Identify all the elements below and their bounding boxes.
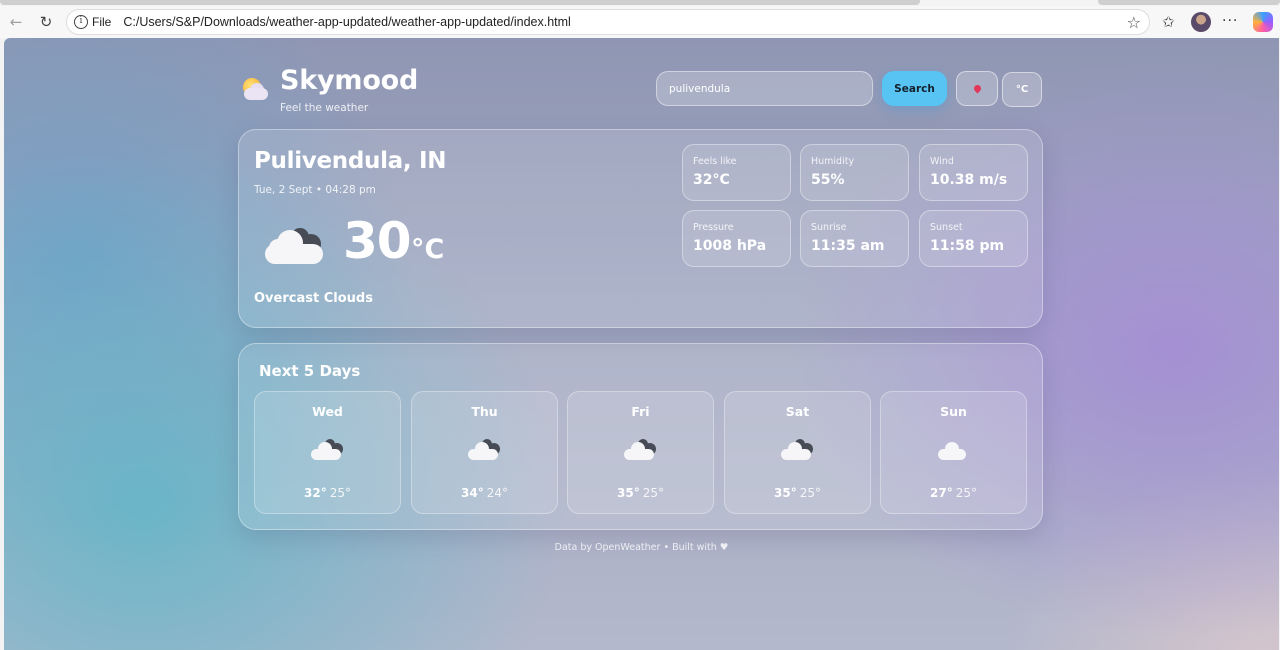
temp-high: 35°	[774, 486, 797, 500]
forecast-day: Thu 34° 24°	[411, 391, 558, 514]
stat-value: 32°C	[693, 172, 730, 188]
forecast-day: Sat 35° 25°	[724, 391, 871, 514]
app-title: Skymood	[280, 65, 419, 96]
forecast-title: Next 5 Days	[259, 362, 361, 380]
stat-sunset: Sunset 11:58 pm	[919, 210, 1028, 267]
day-name: Wed	[312, 404, 343, 419]
back-arrow-icon[interactable]: ←	[4, 11, 28, 33]
stat-sunrise: Sunrise 11:35 am	[800, 210, 909, 267]
location-button[interactable]	[956, 71, 998, 106]
weather-condition: Overcast Clouds	[254, 291, 373, 306]
temp-high: 27°	[930, 486, 953, 500]
stat-label: Sunset	[930, 222, 963, 233]
url-text[interactable]: C:/Users/S&P/Downloads/weather-app-updat…	[123, 15, 570, 29]
favorite-star-icon[interactable]: ☆	[1127, 13, 1141, 32]
stat-value: 10.38 m/s	[930, 172, 1008, 188]
overcast-clouds-icon	[310, 438, 346, 462]
browser-toolbar: ← ↻ i File C:/Users/S&P/Downloads/weathe…	[0, 6, 1280, 38]
current-datetime: Tue, 2 Sept • 04:28 pm	[254, 184, 376, 196]
current-temperature: 30	[343, 212, 412, 270]
footer-credits: Data by OpenWeather • Built with ♥	[554, 542, 729, 553]
overcast-clouds-icon	[467, 438, 503, 462]
overcast-clouds-icon	[265, 226, 325, 266]
overcast-clouds-icon	[780, 438, 816, 462]
forecast-day: Fri 35° 25°	[567, 391, 714, 514]
day-name: Fri	[631, 404, 650, 419]
temp-low: 24°	[486, 486, 508, 500]
page-viewport: Skymood Feel the weather Search °C Puliv…	[4, 38, 1279, 650]
favorites-icon[interactable]: ✩	[1162, 13, 1175, 31]
forecast-card: Next 5 Days Wed 32° 25° Thu 34° 24° Fri …	[238, 343, 1043, 530]
city-name: Pulivendula, IN	[254, 148, 447, 174]
stat-wind: Wind 10.38 m/s	[919, 144, 1028, 201]
day-temps: 27° 25°	[881, 486, 1026, 500]
day-temps: 32° 25°	[255, 486, 400, 500]
temp-high: 32°	[304, 486, 327, 500]
day-name: Sun	[940, 404, 967, 419]
cloud-icon	[936, 438, 972, 462]
temperature-unit: °C	[411, 234, 445, 265]
stat-feels-like: Feels like 32°C	[682, 144, 791, 201]
day-name: Thu	[471, 404, 498, 419]
current-weather-card: Pulivendula, IN Tue, 2 Sept • 04:28 pm 3…	[238, 129, 1043, 328]
overcast-clouds-icon	[623, 438, 659, 462]
stat-value: 1008 hPa	[693, 238, 767, 254]
tab-indicator-secondary[interactable]	[1098, 0, 1280, 5]
stat-humidity: Humidity 55%	[800, 144, 909, 201]
unit-toggle-button[interactable]: °C	[1002, 72, 1042, 107]
tab-indicator[interactable]	[0, 0, 920, 5]
forecast-day: Wed 32° 25°	[254, 391, 401, 514]
stat-value: 11:35 am	[811, 238, 885, 254]
search-button[interactable]: Search	[882, 71, 947, 106]
scheme-label: File	[92, 15, 112, 29]
profile-avatar[interactable]	[1191, 12, 1211, 32]
location-pin-icon	[972, 83, 982, 94]
reload-icon[interactable]: ↻	[34, 11, 58, 33]
temp-low: 25°	[642, 486, 664, 500]
day-temps: 35° 25°	[568, 486, 713, 500]
stat-value: 55%	[811, 172, 845, 188]
temp-low: 25°	[955, 486, 977, 500]
copilot-icon[interactable]	[1253, 12, 1273, 32]
more-menu-icon[interactable]: ···	[1222, 13, 1238, 29]
logo-icon	[241, 76, 271, 106]
day-temps: 34° 24°	[412, 486, 557, 500]
temp-low: 25°	[329, 486, 351, 500]
stat-label: Wind	[930, 156, 954, 167]
day-name: Sat	[785, 404, 810, 419]
search-input[interactable]	[656, 71, 873, 106]
app-tagline: Feel the weather	[280, 102, 369, 114]
temp-high: 34°	[461, 486, 484, 500]
stat-pressure: Pressure 1008 hPa	[682, 210, 791, 267]
temp-low: 25°	[799, 486, 821, 500]
day-temps: 35° 25°	[725, 486, 870, 500]
stat-value: 11:58 pm	[930, 238, 1005, 254]
address-bar[interactable]: i File C:/Users/S&P/Downloads/weather-ap…	[66, 9, 1150, 35]
stat-label: Sunrise	[811, 222, 847, 233]
stat-label: Feels like	[693, 156, 737, 167]
info-icon[interactable]: i	[74, 15, 88, 29]
stat-label: Humidity	[811, 156, 855, 167]
temp-high: 35°	[617, 486, 640, 500]
forecast-day: Sun 27° 25°	[880, 391, 1027, 514]
stat-label: Pressure	[693, 222, 734, 233]
